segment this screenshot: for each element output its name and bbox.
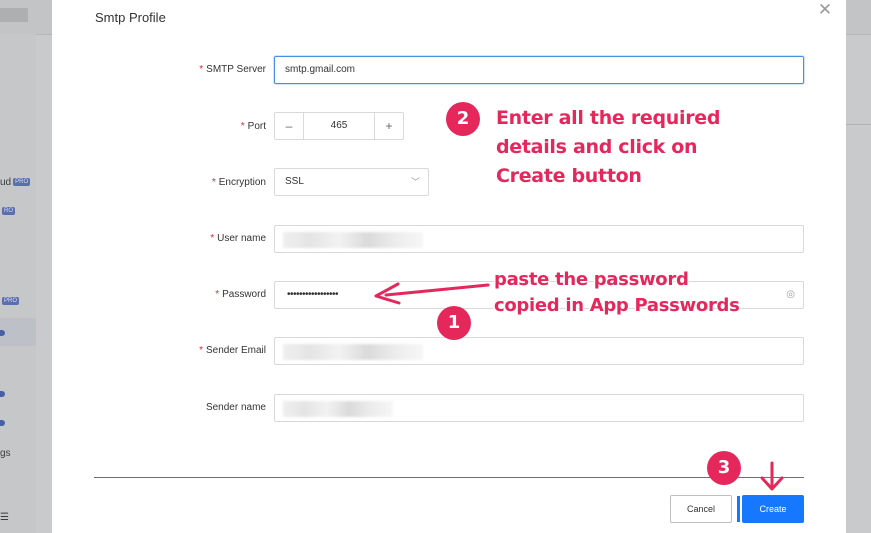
eye-icon[interactable]: ◎: [786, 282, 795, 308]
create-button-edge: [737, 496, 740, 522]
encryption-selected-value: SSL: [285, 176, 304, 187]
step-1-badge: 1: [437, 306, 471, 340]
port-label: * Port: [240, 121, 266, 132]
background-logo: [0, 8, 28, 22]
sender-name-label: Sender name: [205, 402, 266, 413]
modal-title: Smtp Profile: [95, 10, 166, 25]
port-decrement-button[interactable]: –: [275, 113, 304, 139]
redacted-value: [283, 401, 393, 417]
port-value[interactable]: 465: [304, 113, 374, 139]
encryption-label: * Encryption: [211, 177, 266, 188]
sender-name-input[interactable]: [274, 394, 804, 422]
background-sidebar-active-item: [0, 318, 36, 346]
cancel-button[interactable]: Cancel: [670, 495, 732, 523]
port-stepper[interactable]: – 465 +: [274, 112, 404, 140]
sender-email-label: * Sender Email: [199, 345, 266, 356]
background-right-panel: [846, 34, 871, 125]
port-increment-button[interactable]: +: [374, 113, 403, 139]
sender-email-input[interactable]: [274, 337, 804, 365]
close-icon[interactable]: ✕: [816, 1, 834, 19]
user-name-input[interactable]: [274, 225, 804, 253]
smtp-server-input[interactable]: smtp.gmail.com: [274, 56, 804, 84]
step-2-note: Enter all the required details and click…: [496, 107, 721, 187]
step-2-badge: 2: [446, 102, 480, 136]
user-name-label: * User name: [210, 233, 266, 244]
redacted-value: [283, 232, 423, 248]
chevron-down-icon: ﹀: [410, 177, 420, 187]
background-sidebar-item: PRO: [2, 297, 20, 306]
password-label: * Password: [215, 289, 266, 300]
background-sidebar-item: gs: [0, 448, 11, 459]
footer-divider: [94, 477, 804, 478]
create-button[interactable]: Create: [742, 495, 804, 523]
step-1-note: paste the password copied in App Passwor…: [494, 269, 740, 316]
background-menu-icon: ☰: [0, 512, 9, 523]
password-masked-value: •••••••••••••••••: [287, 289, 339, 300]
background-sidebar-item: RO: [2, 207, 15, 216]
background-sidebar-item: ud PRO: [0, 177, 31, 188]
step-3-badge: 3: [707, 451, 741, 485]
encryption-select[interactable]: SSL ﹀: [274, 168, 429, 196]
redacted-value: [283, 344, 423, 360]
smtp-server-label: * SMTP Server: [199, 64, 266, 75]
